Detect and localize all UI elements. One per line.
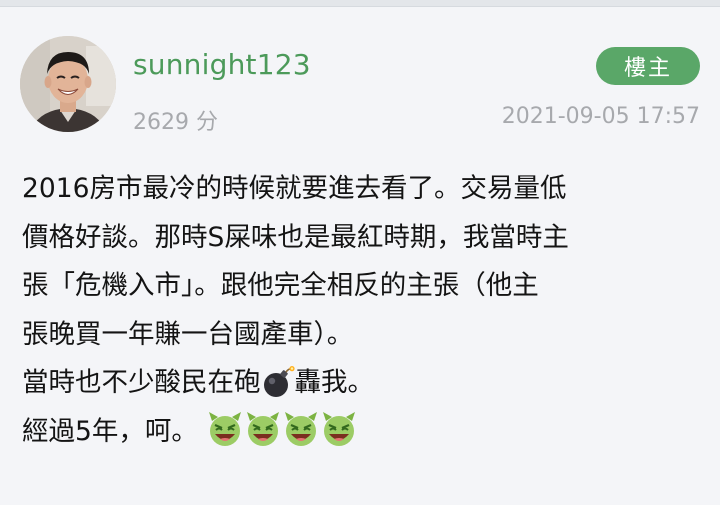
post-line: 當時也不少酸民在砲 轟我。	[22, 359, 698, 408]
op-badge: 樓主	[596, 47, 700, 85]
avatar[interactable]	[20, 36, 116, 132]
user-avatar-photo-icon	[20, 36, 116, 132]
author-score: 2629 分	[133, 110, 218, 135]
post-line: 2016房市最冷的時候就要進去看了。交易量低	[22, 173, 567, 204]
author-username[interactable]: sunnight123	[133, 48, 311, 81]
post-body: 2016房市最冷的時候就要進去看了。交易量低 價格好談。那時S屎味也是最紅時期，…	[22, 165, 698, 457]
top-divider	[0, 0, 720, 7]
green-devil-laugh-emoji-icon	[282, 410, 320, 465]
post-line-text: 轟我。	[294, 367, 375, 399]
post-line-text: 經過5年，呵。	[22, 415, 198, 447]
post-line: 經過5年，呵。	[22, 408, 698, 457]
post-line: 價格好談。那時S屎味也是最紅時期，我當時主	[22, 221, 569, 253]
post-line: 張「危機入市」。跟他完全相反的主張（他主	[22, 270, 539, 302]
post-line: 張晚買一年賺一台國產車）。	[22, 318, 354, 350]
green-devil-laugh-emoji-icon	[206, 410, 244, 465]
post-line-text: 當時也不少酸民在砲	[22, 367, 261, 399]
post-timestamp: 2021-09-05 17:57	[501, 104, 700, 129]
green-devil-laugh-emoji-icon	[244, 410, 282, 465]
green-devil-laugh-emoji-icon	[320, 410, 358, 465]
